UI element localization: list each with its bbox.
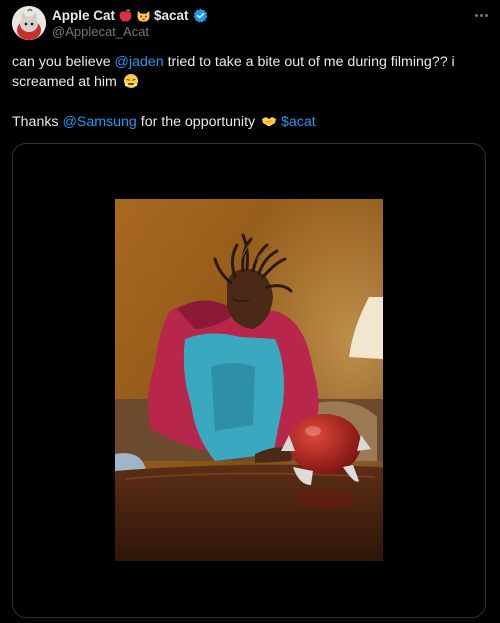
- tweet-media[interactable]: [12, 143, 486, 618]
- mention-jaden-link[interactable]: @jaden: [115, 54, 164, 70]
- media-photo: [115, 199, 383, 561]
- red-apple-icon: [119, 7, 132, 21]
- verified-badge-icon[interactable]: [193, 8, 208, 23]
- author-handle[interactable]: @Applecat_Acat: [52, 24, 149, 39]
- mention-samsung-link[interactable]: @Samsung: [62, 114, 136, 130]
- tweet: Apple Cat $acat @Applecat_Acat can you b…: [0, 0, 500, 623]
- more-dot-icon: [479, 13, 483, 17]
- tweet-text-segment: can you believe: [12, 54, 115, 70]
- tweet-paragraph-1: can you believe @jaden tried to take a b…: [12, 52, 482, 92]
- tweet-text-segment: for the opportunity: [136, 114, 260, 130]
- author-avatar[interactable]: [12, 6, 46, 40]
- tweet-text: can you believe @jaden tried to take a b…: [12, 52, 482, 132]
- cashtag-acat-link[interactable]: $acat: [281, 114, 316, 130]
- more-dot-icon: [484, 13, 488, 17]
- avatar-image: [12, 6, 46, 40]
- author-display-name[interactable]: Apple Cat: [52, 8, 115, 23]
- steam-from-nose-face-icon: [123, 74, 138, 88]
- more-options-button[interactable]: [470, 6, 492, 24]
- author-name-row: Apple Cat $acat: [52, 6, 208, 24]
- more-dot-icon: [474, 13, 478, 17]
- author-name-cashtag[interactable]: $acat: [154, 8, 189, 23]
- cat-face-icon: [137, 10, 150, 22]
- tweet-text-segment: Thanks: [12, 114, 63, 130]
- handshake-icon: [262, 117, 277, 126]
- tweet-paragraph-2: Thanks @Samsung for the opportunity $aca…: [12, 112, 482, 132]
